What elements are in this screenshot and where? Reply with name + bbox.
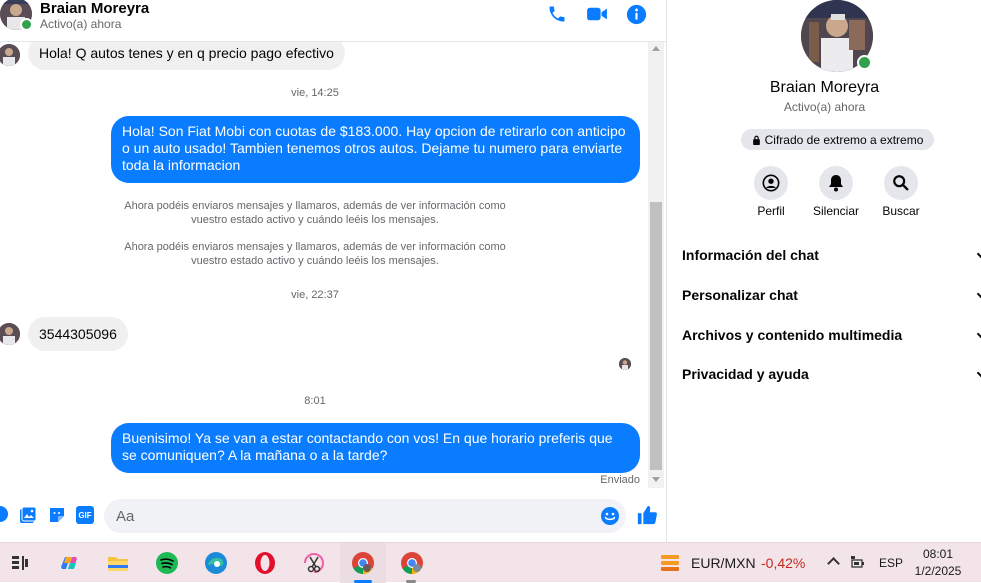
online-status-dot <box>857 55 872 70</box>
system-message: Ahora podéis enviaros mensajes y llamaro… <box>124 200 506 226</box>
video-call-icon[interactable] <box>585 4 609 24</box>
menu-label: Privacidad y ayuda <box>682 366 809 382</box>
mute-label: Silenciar <box>812 204 860 218</box>
emoji-icon[interactable] <box>600 506 620 526</box>
search-label: Buscar <box>882 204 920 218</box>
profile-name: Braian Moreyra <box>769 79 880 96</box>
chevron-down-icon <box>976 368 981 378</box>
search-icon <box>893 175 909 191</box>
sent-status: Enviado <box>600 474 640 486</box>
menu-chat-info[interactable]: Información del chat <box>682 247 981 263</box>
opera-icon[interactable] <box>253 551 277 575</box>
message-list[interactable]: Hola! Q autos tenes y en q precio pago e… <box>0 42 648 490</box>
scroll-down-arrow[interactable] <box>652 477 660 482</box>
phone-icon[interactable] <box>545 4 569 24</box>
message-input[interactable] <box>104 499 626 533</box>
system-message: Ahora podéis enviaros mensajes y llamaro… <box>124 241 506 267</box>
timestamp: vie, 22:37 <box>291 289 339 301</box>
encryption-label: Cifrado de extremo a extremo <box>764 132 924 147</box>
profile-status: Activo(a) ahora <box>783 100 866 114</box>
message-outgoing[interactable]: Buenisimo! Ya se van a estar contactando… <box>111 423 640 473</box>
windows-taskbar: EUR/MXN -0,42% ESP 08:01 1/2/2025 <box>0 542 981 583</box>
bell-icon <box>829 175 843 192</box>
snipping-tool-icon[interactable] <box>302 551 326 575</box>
profile-label: Perfil <box>757 204 785 218</box>
sender-avatar <box>0 44 20 66</box>
contact-name[interactable]: Braian Moreyra <box>40 0 149 17</box>
timestamp: vie, 14:25 <box>291 87 339 99</box>
info-icon[interactable] <box>624 4 648 24</box>
message-incoming[interactable]: Hola! Q autos tenes y en q precio pago e… <box>28 42 345 70</box>
chevron-up-icon[interactable] <box>827 557 840 570</box>
online-status-dot <box>20 18 33 31</box>
clock-date[interactable]: 1/2/2025 <box>900 564 976 578</box>
currency-change[interactable]: -0,42% <box>761 555 805 571</box>
seen-receipt-avatar <box>619 358 631 370</box>
menu-privacy-support[interactable]: Privacidad y ayuda <box>682 366 981 382</box>
menu-label: Archivos y contenido multimedia <box>682 327 903 343</box>
profile-button[interactable] <box>754 166 788 200</box>
more-actions-icon[interactable] <box>0 506 8 522</box>
message-incoming[interactable]: 3544305096 <box>28 317 128 351</box>
chrome-icon[interactable] <box>351 551 375 575</box>
encryption-badge[interactable]: Cifrado de extremo a extremo <box>741 129 934 150</box>
copilot-icon[interactable] <box>57 551 81 575</box>
gif-button[interactable]: GIF <box>76 506 94 524</box>
message-scrollbar[interactable] <box>648 42 664 488</box>
lock-icon <box>752 135 760 145</box>
network-battery-icon[interactable] <box>851 556 867 570</box>
chevron-down-icon <box>976 329 981 339</box>
search-button[interactable] <box>884 166 918 200</box>
menu-label: Información del chat <box>682 247 819 263</box>
profile-icon <box>762 174 780 192</box>
scroll-thumb[interactable] <box>650 202 662 470</box>
sticker-icon[interactable] <box>48 506 66 524</box>
message-composer: GIF <box>0 496 666 536</box>
sender-avatar <box>0 323 20 345</box>
menu-customize-chat[interactable]: Personalizar chat <box>682 287 981 303</box>
chat-header: Braian Moreyra Activo(a) ahora <box>0 0 666 42</box>
menu-media-files[interactable]: Archivos y contenido multimedia <box>682 327 981 343</box>
menu-label: Personalizar chat <box>682 287 798 303</box>
chevron-down-icon <box>976 289 981 299</box>
clock-time[interactable]: 08:01 <box>900 547 976 561</box>
edge-browser-icon[interactable] <box>204 551 228 575</box>
timestamp: 8:01 <box>304 395 326 407</box>
task-view-icon[interactable] <box>8 551 32 575</box>
photo-icon[interactable] <box>19 506 37 524</box>
spotify-icon[interactable] <box>155 551 179 575</box>
chat-details-panel: Braian Moreyra Activo(a) ahora Cifrado d… <box>666 0 981 542</box>
chrome-profile-icon[interactable] <box>400 551 424 575</box>
mute-button[interactable] <box>819 166 853 200</box>
stock-widget-icon[interactable] <box>659 551 683 575</box>
message-outgoing[interactable]: Hola! Son Fiat Mobi con cuotas de $183.0… <box>111 116 640 183</box>
scroll-up-arrow[interactable] <box>652 46 660 51</box>
file-explorer-icon[interactable] <box>106 551 130 575</box>
chevron-down-icon <box>976 249 981 259</box>
currency-pair[interactable]: EUR/MXN <box>691 555 756 571</box>
like-icon[interactable] <box>636 504 658 526</box>
contact-status: Activo(a) ahora <box>40 17 122 31</box>
